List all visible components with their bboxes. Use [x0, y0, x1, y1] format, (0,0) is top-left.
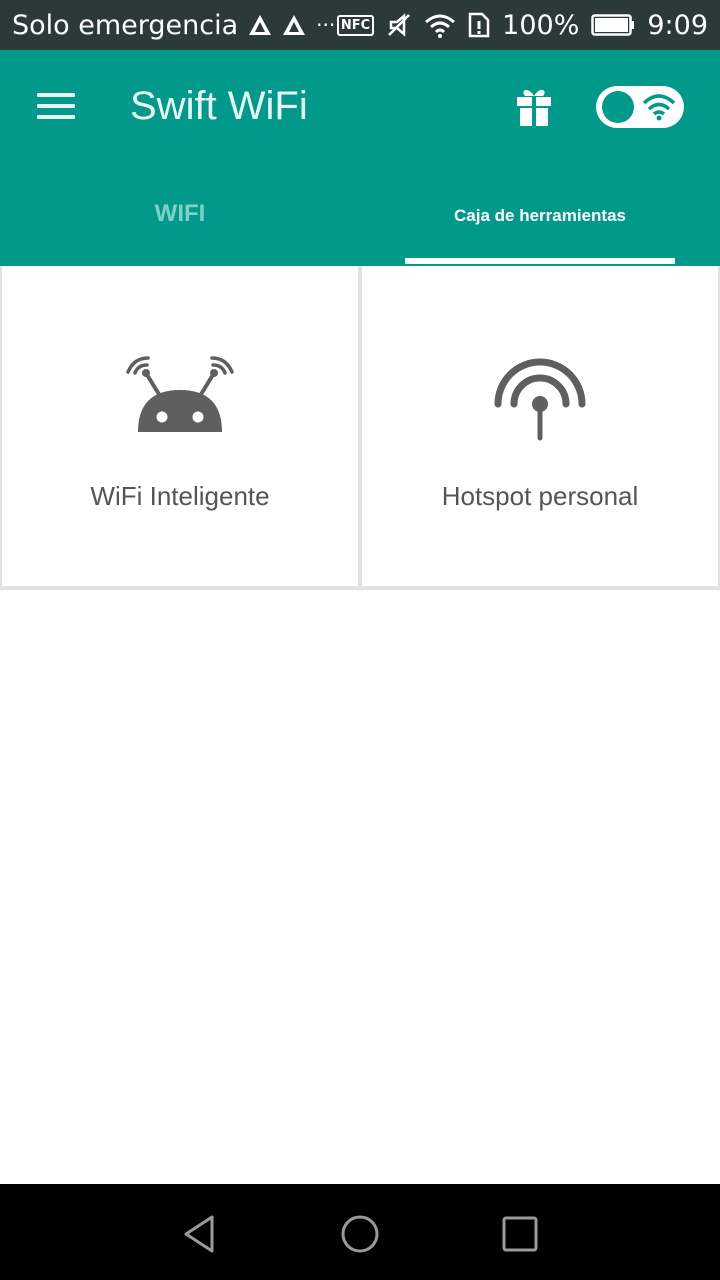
menu-icon	[37, 104, 75, 108]
recent-apps-button[interactable]	[498, 1212, 542, 1256]
status-right: NFC 100% 9:09	[336, 9, 708, 41]
tab-toolbox-label: Caja de herramientas	[454, 206, 626, 225]
menu-icon	[37, 93, 75, 97]
back-icon	[184, 1215, 214, 1253]
mute-icon	[386, 12, 412, 38]
nav-bar	[0, 1184, 720, 1280]
tab-wifi[interactable]: WIFI	[0, 166, 360, 266]
tools-grid: WiFi Inteligente Hotspot personal	[0, 266, 720, 590]
gift-button[interactable]	[512, 84, 556, 128]
tab-indicator	[405, 258, 675, 264]
tab-toolbox[interactable]: Caja de herramientas	[360, 166, 720, 266]
hotspot-icon	[494, 358, 586, 441]
app-title: Swift WiFi	[130, 84, 308, 128]
home-button[interactable]	[338, 1212, 382, 1256]
battery-icon	[591, 13, 635, 37]
smart-wifi-card[interactable]: WiFi Inteligente	[2, 266, 358, 586]
smart-wifi-label: WiFi Inteligente	[90, 481, 270, 511]
clock: 9:09	[647, 9, 708, 41]
sim-alert-icon	[468, 12, 490, 38]
wifi-icon	[424, 12, 456, 38]
battery-percent: 100%	[502, 9, 580, 41]
recent-apps-icon	[502, 1216, 538, 1252]
nfc-label: NFC	[336, 14, 375, 36]
nfc-icon: NFC	[336, 14, 375, 36]
status-left: Solo emergencia ···	[12, 10, 335, 41]
toolbar: Swift WiFi	[0, 50, 720, 166]
wifi-toggle[interactable]	[596, 86, 684, 128]
tab-bar: WIFI Caja de herramientas	[0, 166, 720, 266]
hotspot-card[interactable]: Hotspot personal	[362, 266, 718, 586]
more-notifications-icon: ···	[316, 13, 336, 37]
home-icon	[341, 1215, 379, 1253]
alert-triangle-icon	[282, 13, 306, 37]
tab-wifi-label: WIFI	[154, 200, 206, 227]
menu-button[interactable]	[28, 86, 84, 130]
menu-icon	[37, 115, 75, 119]
toggle-knob	[602, 91, 634, 123]
hotspot-label: Hotspot personal	[441, 481, 639, 511]
gift-icon	[517, 89, 551, 126]
status-bar: Solo emergencia ··· NFC 100% 9:09	[0, 0, 720, 50]
app-bar: Swift WiFi WIFI Caja de herramientas	[0, 50, 720, 266]
wifi-icon	[642, 94, 676, 121]
back-button[interactable]	[178, 1212, 222, 1256]
alert-triangle-icon	[248, 13, 272, 37]
carrier-text: Solo emergencia	[12, 9, 239, 41]
robot-antenna-icon	[126, 356, 234, 432]
